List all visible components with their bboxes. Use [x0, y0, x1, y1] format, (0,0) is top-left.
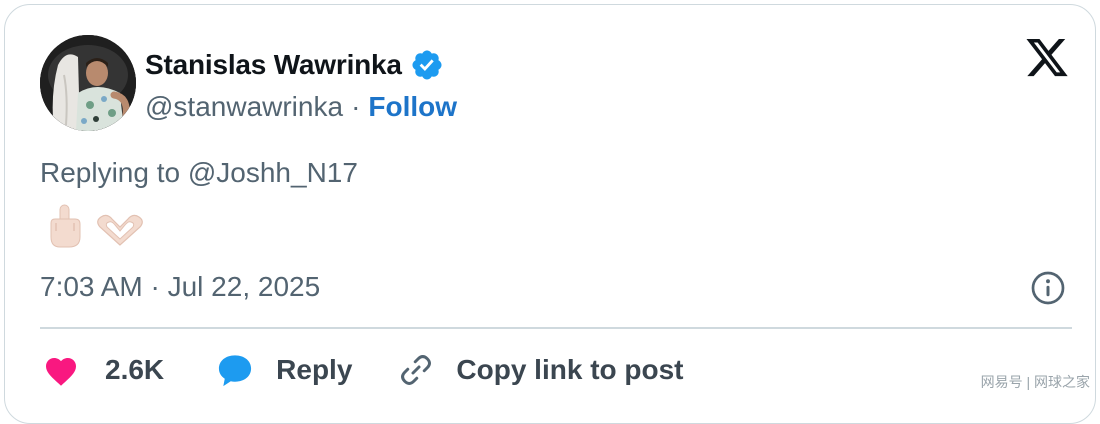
heart-icon — [43, 353, 79, 387]
speech-bubble-icon — [216, 352, 254, 388]
source-watermark: 网易号 | 网球之家 — [981, 372, 1090, 392]
separator-dot: · — [351, 91, 360, 123]
handle-row: @stanwawrinka · Follow — [145, 87, 457, 127]
reply-label: Reply — [276, 354, 352, 386]
link-icon — [398, 352, 434, 388]
like-count: 2.6K — [105, 354, 164, 386]
tweet-card: Stanislas Wawrinka @stanwawrinka · Follo… — [4, 4, 1096, 424]
verified-badge-icon — [410, 48, 444, 82]
tweet-body-emojis — [45, 203, 147, 249]
reply-context: Replying to @Joshh_N17 — [40, 157, 358, 189]
author-name[interactable]: Stanislas Wawrinka — [145, 49, 402, 81]
tweet-timestamp[interactable]: 7:03 AM · Jul 22, 2025 — [40, 271, 320, 303]
avatar[interactable] — [40, 35, 136, 131]
info-icon[interactable] — [1030, 270, 1066, 306]
author-name-row: Stanislas Wawrinka — [145, 45, 444, 85]
follow-button[interactable]: Follow — [368, 91, 457, 123]
author-handle[interactable]: @stanwawrinka — [145, 91, 343, 123]
like-button[interactable]: 2.6K — [43, 353, 164, 387]
reply-button[interactable]: Reply — [216, 352, 352, 388]
copy-link-button[interactable]: Copy link to post — [398, 352, 683, 388]
copy-link-label: Copy link to post — [456, 354, 683, 386]
heart-hands-emoji-icon — [93, 213, 147, 249]
divider — [40, 327, 1072, 329]
avatar-image — [40, 35, 136, 131]
middle-finger-emoji-icon — [45, 203, 85, 249]
x-logo-icon[interactable] — [1024, 38, 1070, 80]
action-bar: 2.6K Reply Copy link to post — [43, 345, 684, 395]
